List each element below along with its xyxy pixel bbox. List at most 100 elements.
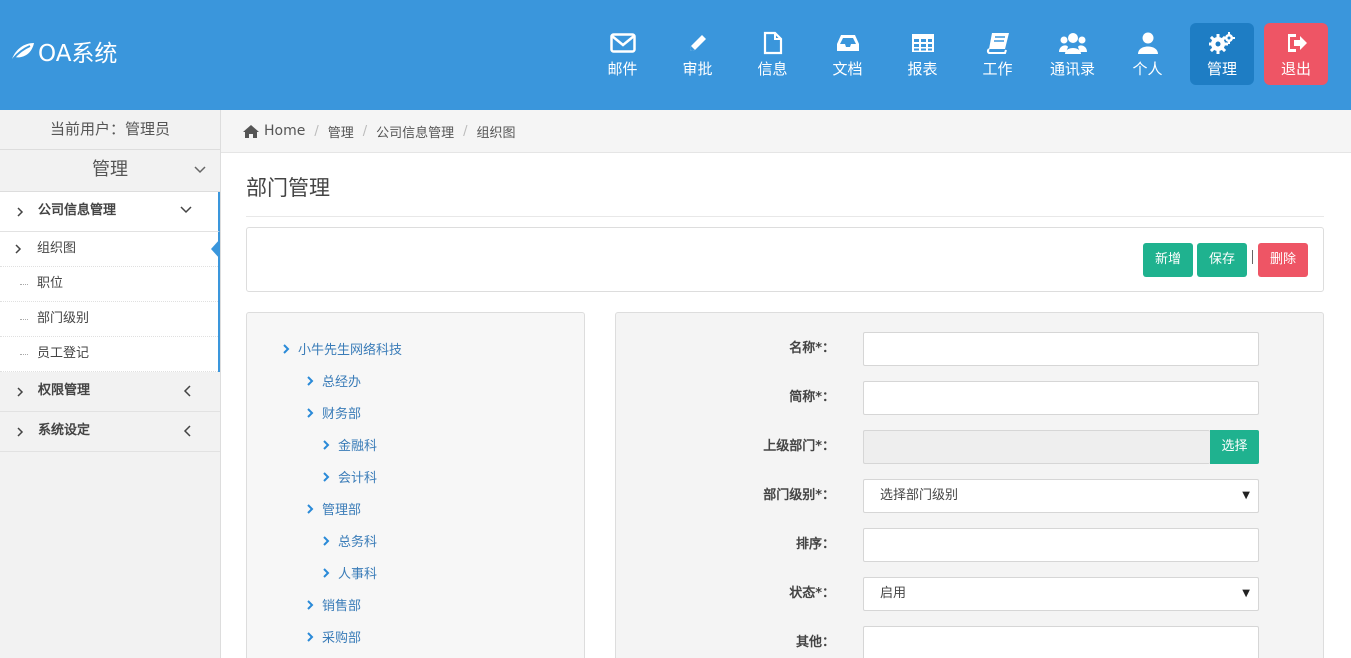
- nav-work-label: 工作: [982, 59, 1013, 78]
- chevron-right-icon: [283, 343, 290, 354]
- nav-work[interactable]: 工作: [960, 23, 1035, 85]
- active-pointer: [211, 239, 220, 259]
- tree-connector: [20, 284, 28, 285]
- tree-node[interactable]: 销售部: [306, 595, 361, 614]
- chevron-right-icon: [323, 535, 330, 546]
- nav-logout[interactable]: 退出: [1264, 23, 1328, 85]
- chevron-right-icon: [307, 631, 314, 642]
- sidebar-submenu: 组织图 职位 部门级别 员工登记: [0, 232, 220, 372]
- nav-approval[interactable]: 审批: [660, 23, 735, 85]
- sidebar-item-permissions[interactable]: 权限管理: [0, 372, 220, 412]
- breadcrumb-separator: /: [463, 123, 468, 139]
- tree-node-label: 会计科: [338, 471, 378, 486]
- breadcrumb-item[interactable]: 公司信息管理: [376, 122, 454, 141]
- breadcrumb-item[interactable]: 管理: [328, 122, 354, 141]
- tree-node[interactable]: 总经办: [306, 371, 361, 390]
- leaf-icon: [12, 43, 34, 60]
- dept-form-panel: 名称*： 简称*： 上级部门*： 选择 部门级别*： 选择部门级别 ▼ 排序： …: [615, 312, 1324, 658]
- nav-docs-label: 文档: [832, 59, 863, 78]
- form-row-order: 排序：: [616, 528, 1325, 562]
- sidebar-subitem-position[interactable]: 职位: [0, 267, 218, 302]
- tree-node[interactable]: 管理部: [306, 499, 361, 518]
- sidebar-subitem-label: 部门级别: [37, 311, 90, 326]
- sidebar-subitem-label: 员工登记: [37, 346, 90, 361]
- short-name-input[interactable]: [863, 381, 1259, 415]
- chevron-right-icon: [323, 471, 330, 482]
- breadcrumb-separator: /: [362, 123, 368, 139]
- nav-personal-label: 个人: [1132, 59, 1163, 78]
- status-label: 状态*：: [789, 586, 835, 601]
- form-row-other: 其他：: [616, 626, 1325, 658]
- users-icon: [1058, 30, 1087, 56]
- nav-report-label: 报表: [907, 59, 938, 78]
- tree-node[interactable]: 人事科: [322, 563, 377, 582]
- sidebar-section-title[interactable]: 管理: [0, 150, 220, 192]
- name-input[interactable]: [863, 332, 1259, 366]
- chevron-right-icon: [307, 407, 314, 418]
- nav-mail[interactable]: 邮件: [585, 23, 660, 85]
- tree-node-label: 小牛先生网络科技: [298, 343, 403, 358]
- sidebar: 当前用户：管理员 管理 公司信息管理 组织图 职位 部门级别 员工登记 权限管理…: [0, 110, 221, 658]
- status-value: 启用: [880, 586, 907, 601]
- tree-node[interactable]: 金融科: [322, 435, 377, 454]
- nav-personal[interactable]: 个人: [1110, 23, 1185, 85]
- breadcrumb-separator: /: [314, 123, 319, 139]
- tree-node[interactable]: 会计科: [322, 467, 377, 486]
- nav-logout-label: 退出: [1280, 59, 1311, 78]
- dept-level-select[interactable]: 选择部门级别 ▼: [863, 479, 1259, 513]
- top-header: OA系统 邮件 审批 信息 文档 报表 工作 通讯录 个人 管理 退出: [0, 0, 1351, 110]
- action-toolbar: 新增 保存 删除: [246, 227, 1324, 292]
- tree-node[interactable]: 小牛先生网络科技: [282, 339, 402, 358]
- inbox-icon: [836, 30, 860, 56]
- sidebar-subitem-employee-register[interactable]: 员工登记: [0, 337, 218, 372]
- choose-button[interactable]: 选择: [1210, 430, 1259, 464]
- nav-approval-label: 审批: [682, 59, 713, 78]
- home-icon: [243, 124, 259, 138]
- title-divider: [246, 216, 1324, 217]
- tree-node-label: 采购部: [322, 631, 362, 646]
- dept-level-label: 部门级别*：: [763, 488, 835, 503]
- main-nav: 邮件 审批 信息 文档 报表 工作 通讯录 个人 管理 退出: [585, 23, 1328, 85]
- table-icon: [911, 30, 935, 56]
- caret-down-icon: ▼: [1242, 490, 1250, 501]
- form-row-level: 部门级别*： 选择部门级别 ▼: [616, 479, 1325, 513]
- sidebar-subitem-org-chart[interactable]: 组织图: [0, 232, 220, 267]
- other-input[interactable]: [863, 626, 1259, 658]
- nav-docs[interactable]: 文档: [810, 23, 885, 85]
- breadcrumb-home-label: Home: [264, 123, 306, 139]
- sidebar-item-label: 权限管理: [38, 383, 91, 398]
- tree-connector: [20, 354, 28, 355]
- sidebar-item-company-info[interactable]: 公司信息管理: [0, 192, 220, 232]
- sidebar-subitem-dept-level[interactable]: 部门级别: [0, 302, 218, 337]
- tree-node[interactable]: 财务部: [306, 403, 361, 422]
- parent-dept-input: [863, 430, 1210, 464]
- user-icon: [1137, 30, 1159, 56]
- breadcrumb-home[interactable]: Home: [242, 123, 305, 139]
- sidebar-item-label: 系统设定: [38, 423, 91, 438]
- chevron-right-icon: [307, 375, 314, 386]
- tree-node-label: 金融科: [338, 439, 378, 454]
- save-button[interactable]: 保存: [1197, 243, 1247, 277]
- chevron-right-icon: [16, 412, 24, 468]
- nav-report[interactable]: 报表: [885, 23, 960, 85]
- sidebar-item-system-settings[interactable]: 系统设定: [0, 412, 220, 452]
- nav-info[interactable]: 信息: [735, 23, 810, 85]
- sidebar-subitem-label: 职位: [37, 276, 64, 291]
- tree-node-label: 财务部: [322, 407, 362, 422]
- nav-contacts[interactable]: 通讯录: [1035, 23, 1110, 85]
- add-button[interactable]: 新增: [1143, 243, 1193, 277]
- tree-node[interactable]: 采购部: [306, 627, 361, 646]
- order-input[interactable]: [863, 528, 1259, 562]
- tree-node-label: 总经办: [322, 375, 362, 390]
- tree-node[interactable]: 总务科: [322, 531, 377, 550]
- book-icon: [986, 30, 1010, 56]
- nav-admin[interactable]: 管理: [1190, 23, 1254, 85]
- current-user: 当前用户：管理员: [0, 110, 220, 150]
- tree-connector: [20, 319, 28, 320]
- app-logo[interactable]: OA系统: [10, 34, 117, 68]
- delete-button[interactable]: 删除: [1258, 243, 1308, 277]
- chevron-left-icon: [182, 412, 194, 468]
- button-separator: [1252, 250, 1253, 264]
- chevron-right-icon: [307, 599, 314, 610]
- status-select[interactable]: 启用 ▼: [863, 577, 1259, 611]
